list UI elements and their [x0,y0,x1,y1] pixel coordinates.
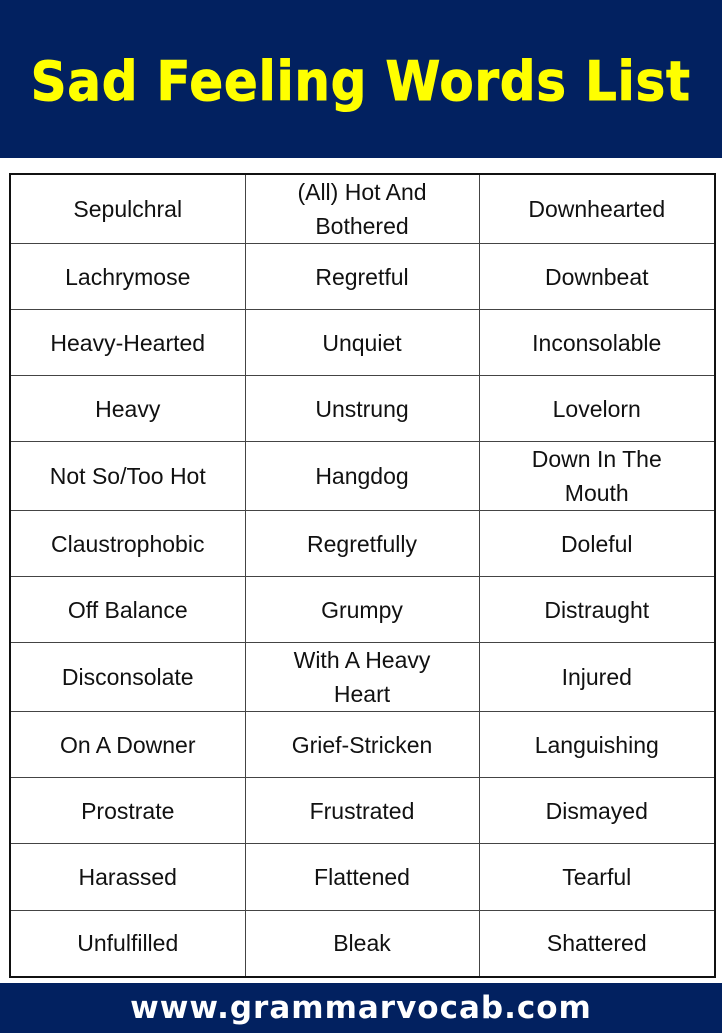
word-cell: Injured [478,642,716,712]
word-cell: Flattened [244,843,480,911]
word-cell: Distraught [478,576,716,643]
word-cell: Downhearted [478,173,716,244]
word-cell: Regretfully [244,510,480,577]
word-cell: Unstrung [244,375,480,442]
footer-banner: www.grammarvocab.com [0,983,722,1033]
word-cell: With A Heavy Heart [244,642,480,712]
table-row: Claustrophobic Regretfully Doleful [9,510,716,577]
word-cell: Lachrymose [9,243,246,310]
table-row: Sepulchral (All) Hot And Bothered Downhe… [9,173,716,244]
table-row: Prostrate Frustrated Dismayed [9,777,716,844]
word-cell: Sepulchral [9,173,246,244]
word-cell: Unfulfilled [9,910,246,978]
word-cell: Grief-Stricken [244,711,480,778]
word-cell: Not So/Too Hot [9,441,246,511]
word-cell: Claustrophobic [9,510,246,577]
table-row: Disconsolate With A Heavy Heart Injured [9,642,716,712]
table-row: Unfulfilled Bleak Shattered [9,910,716,978]
table-row: Heavy-Hearted Unquiet Inconsolable [9,309,716,376]
word-cell: Heavy [9,375,246,442]
word-cell: Shattered [478,910,716,978]
word-cell: Lovelorn [478,375,716,442]
website-url: www.grammarvocab.com [130,990,592,1026]
table-row: On A Downer Grief-Stricken Languishing [9,711,716,778]
table-row: Lachrymose Regretful Downbeat [9,243,716,310]
word-cell: Regretful [244,243,480,310]
word-cell: Doleful [478,510,716,577]
word-cell: Hangdog [244,441,480,511]
table-row: Harassed Flattened Tearful [9,843,716,911]
word-cell: On A Downer [9,711,246,778]
words-table: Sepulchral (All) Hot And Bothered Downhe… [9,173,716,978]
page-title: Sad Feeling Words List [30,49,692,113]
word-cell: Languishing [478,711,716,778]
word-cell: Down In The Mouth [478,441,716,511]
header-banner: Sad Feeling Words List [0,0,722,158]
word-cell: Off Balance [9,576,246,643]
table-row: Not So/Too Hot Hangdog Down In The Mouth [9,441,716,511]
word-cell: Bleak [244,910,480,978]
word-cell: Downbeat [478,243,716,310]
word-cell: Tearful [478,843,716,911]
word-cell: Grumpy [244,576,480,643]
word-cell: Frustrated [244,777,480,844]
word-cell: Inconsolable [478,309,716,376]
word-cell: (All) Hot And Bothered [244,173,480,244]
word-cell: Unquiet [244,309,480,376]
word-cell: Heavy-Hearted [9,309,246,376]
word-cell: Prostrate [9,777,246,844]
word-cell: Disconsolate [9,642,246,712]
word-cell: Harassed [9,843,246,911]
table-row: Off Balance Grumpy Distraught [9,576,716,643]
table-row: Heavy Unstrung Lovelorn [9,375,716,442]
word-cell: Dismayed [478,777,716,844]
